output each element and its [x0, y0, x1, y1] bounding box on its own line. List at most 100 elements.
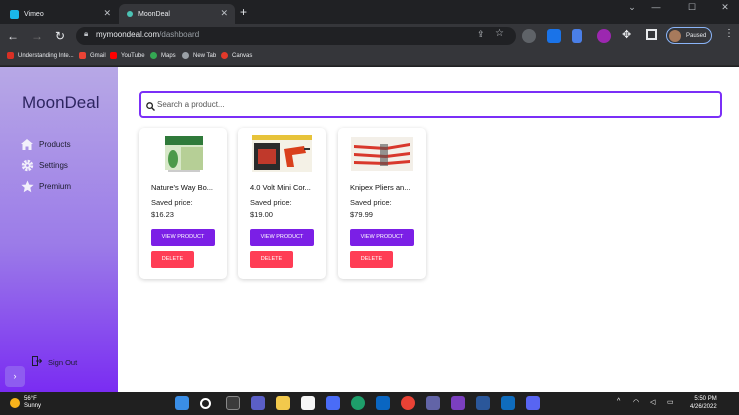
volume-icon[interactable]: ◁ — [650, 398, 655, 406]
search-icon[interactable] — [200, 398, 211, 409]
product-image[interactable] — [250, 133, 314, 174]
product-price: $16.23 — [151, 210, 174, 219]
onenote-icon[interactable] — [451, 396, 465, 410]
profile-status: Paused — [686, 32, 707, 39]
product-card: 4.0 Volt Mini Cor... Saved price: $19.00… — [238, 128, 326, 279]
product-price: $79.99 — [350, 210, 373, 219]
delete-button[interactable]: DELETE — [350, 251, 393, 268]
sidebar-item-products[interactable]: Products — [20, 137, 71, 151]
delete-button[interactable]: DELETE — [151, 251, 194, 268]
sidebar-item-settings[interactable]: Settings — [20, 158, 68, 172]
word-icon[interactable] — [476, 396, 490, 410]
forward-icon[interactable]: → — [29, 28, 45, 44]
audio-extension-icon[interactable] — [572, 29, 582, 43]
bookmark-item[interactable]: New Tab — [182, 52, 216, 59]
search-input[interactable] — [139, 91, 722, 118]
view-product-button[interactable]: VIEW PRODUCT — [350, 229, 414, 246]
youtube-icon — [110, 52, 117, 59]
product-image[interactable] — [151, 133, 215, 174]
edge-icon[interactable] — [351, 396, 365, 410]
maps-icon — [150, 52, 157, 59]
new-tab-button[interactable]: + — [240, 5, 247, 19]
sun-icon — [10, 398, 20, 408]
product-name: Knipex Pliers an... — [350, 183, 411, 192]
view-product-button[interactable]: VIEW PRODUCT — [151, 229, 215, 246]
tab-label: MoonDeal — [138, 10, 170, 18]
lock-icon[interactable]: 🔒︎ — [84, 29, 88, 39]
discord-icon[interactable] — [526, 396, 540, 410]
bookmark-label: New Tab — [193, 52, 217, 59]
tab-vimeo[interactable]: Vimeo ✕ — [2, 4, 118, 24]
brand-title: MoonDeal — [22, 93, 100, 112]
product-price: $19.00 — [250, 210, 273, 219]
back-icon[interactable]: ← — [5, 28, 21, 44]
extension-icon[interactable] — [547, 29, 561, 43]
sign-out-icon — [32, 356, 43, 368]
product-card: Knipex Pliers an... Saved price: $79.99 … — [338, 128, 426, 279]
close-tab-icon[interactable]: ✕ — [220, 8, 228, 19]
tab-search-icon[interactable]: ⌄ — [620, 2, 644, 13]
saved-price-label: Saved price: — [151, 198, 193, 207]
store-icon[interactable] — [326, 396, 340, 410]
chevron-up-icon[interactable]: ^ — [617, 398, 620, 405]
sidebar — [0, 67, 118, 392]
app-icon[interactable] — [501, 396, 515, 410]
product-card: Nature's Way Bo... Saved price: $16.23 V… — [139, 128, 227, 279]
clock-time: 5:50 PM — [694, 396, 717, 402]
bookmark-label: Understanding Inte... — [18, 52, 74, 59]
clock[interactable]: 5:50 PM 4/26/2022 — [690, 395, 717, 411]
bookmark-item[interactable]: Canvas — [221, 52, 252, 59]
vimeo-icon — [10, 9, 19, 19]
share-icon[interactable]: ⇪ — [477, 29, 485, 40]
bookmark-item[interactable]: YouTube — [110, 52, 145, 59]
bookmark-item[interactable]: Understanding Inte... — [7, 52, 74, 59]
amazon-icon[interactable] — [301, 396, 315, 410]
battery-icon[interactable]: ▭ — [667, 398, 674, 406]
bookmark-star-icon[interactable]: ☆ — [495, 28, 504, 39]
sidepanel-icon[interactable] — [646, 29, 657, 40]
search-placeholder: Search a product... — [157, 100, 225, 109]
minimize-icon[interactable]: — — [644, 2, 668, 12]
puzzle-icon[interactable]: ✥ — [622, 28, 631, 41]
weather-condition: Sunny — [24, 403, 42, 409]
view-product-button[interactable]: VIEW PRODUCT — [250, 229, 314, 246]
chat-icon[interactable] — [251, 396, 265, 410]
bookmark-label: Canvas — [232, 52, 253, 59]
url-text: mymoondeal.com/dashboard — [96, 30, 199, 39]
bookmark-item[interactable]: Gmail — [79, 52, 106, 59]
windows-start-icon[interactable] — [175, 396, 189, 410]
bookmark-red-icon — [7, 52, 14, 59]
reload-icon[interactable]: ↻ — [52, 28, 68, 44]
chevron-right-icon: › — [13, 371, 17, 381]
vimeo-watermark: vimeo — [564, 338, 709, 387]
sidebar-item-premium[interactable]: Premium — [20, 179, 71, 193]
file-explorer-icon[interactable] — [276, 396, 290, 410]
menu-icon[interactable]: ⋮ — [724, 28, 734, 39]
home-icon — [20, 137, 34, 151]
teams-icon[interactable] — [426, 396, 440, 410]
weather-temp: 56°F — [24, 396, 37, 402]
wifi-icon[interactable]: ◠ — [633, 398, 639, 406]
task-view-icon[interactable] — [226, 396, 240, 410]
close-window-icon[interactable]: ✕ — [713, 2, 737, 13]
expand-sidebar-button[interactable]: › — [5, 366, 25, 387]
delete-button[interactable]: DELETE — [250, 251, 293, 268]
gmail-icon — [79, 52, 86, 59]
tab-moondeal[interactable]: MoonDeal ✕ — [119, 4, 235, 24]
weather-widget[interactable]: 56°F Sunny — [10, 396, 41, 410]
gear-icon — [20, 158, 34, 172]
url-path: /dashboard — [159, 30, 200, 39]
mail-icon[interactable] — [376, 396, 390, 410]
extension-icon[interactable] — [597, 29, 611, 43]
product-image[interactable] — [350, 133, 414, 174]
maximize-icon[interactable]: ☐ — [680, 2, 704, 13]
close-tab-icon[interactable]: ✕ — [103, 8, 111, 19]
bookmark-item[interactable]: Maps — [150, 52, 176, 59]
canvas-icon — [221, 52, 228, 59]
shield-extension-icon[interactable] — [522, 29, 536, 43]
chrome-icon[interactable] — [401, 396, 415, 410]
profile-button[interactable]: Paused — [666, 27, 712, 44]
sign-out-button[interactable]: Sign Out — [32, 356, 77, 368]
saved-price-label: Saved price: — [250, 198, 292, 207]
search-icon — [146, 98, 155, 116]
